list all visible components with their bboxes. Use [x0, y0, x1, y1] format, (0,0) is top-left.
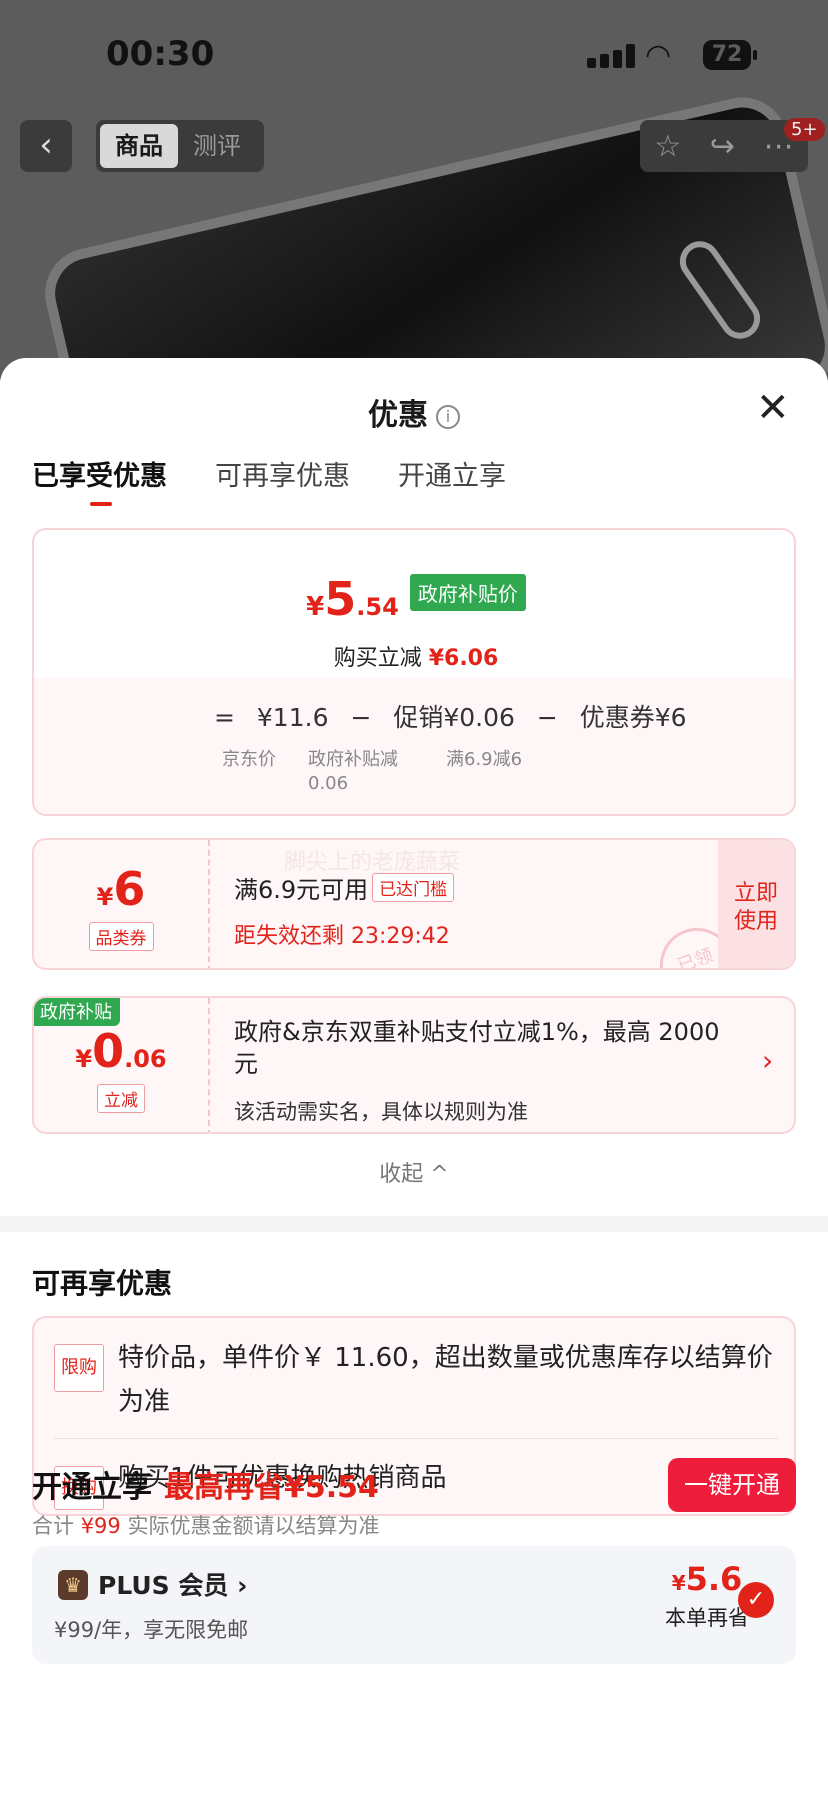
threshold-reached-tag: 已达门槛 — [372, 873, 455, 902]
limited-tag: 限购 — [54, 1344, 104, 1392]
subsidy-note: 该活动需实名，具体以规则为准 — [234, 1100, 528, 1124]
info-icon[interactable]: i — [436, 405, 460, 429]
tab-review[interactable]: 测评 — [178, 124, 256, 168]
price-dec: .54 — [356, 593, 399, 621]
row-divider — [54, 1438, 778, 1439]
price-summary-card: ¥5.54 政府补贴价 购买立减 ¥6.06 = ¥11.6 − 促销¥0.06… — [32, 528, 796, 816]
price-int: 5 — [324, 572, 357, 626]
use-now-line2: 使用 — [733, 909, 778, 934]
star-icon[interactable]: ☆ — [654, 129, 681, 164]
base-price: ¥11.6 — [256, 703, 329, 732]
limited-purchase-row: 限购 特价品，单件价￥ 11.60，超出数量或优惠库存以结算价为准 — [54, 1336, 774, 1424]
sheet-title-text: 优惠 — [368, 398, 428, 433]
promo-label: 政府补贴减 0.06 — [308, 748, 398, 796]
close-button[interactable]: ✕ — [756, 388, 790, 428]
coupon-value-number: 6 — [113, 862, 146, 916]
instant-reduce-tag: 立减 — [97, 1084, 145, 1113]
tab-open[interactable]: 开通立享 — [398, 454, 506, 493]
coupon-card: ¥6 品类券 脚尖上的老庞蔬菜 满6.9元可用 已达门槛 距失效还剩 23:29:… — [32, 838, 796, 970]
status-bar: 00:30 ◠ 72 — [0, 0, 828, 110]
subsidy-description: 政府&京东双重补贴支付立减1%，最高 2000元 — [234, 1018, 720, 1078]
coupon-amount-block: ¥6 品类券 — [34, 840, 210, 968]
tab-enjoyed[interactable]: 已享受优惠 — [32, 454, 167, 506]
signal-icon — [587, 44, 649, 68]
minus-sign: − — [350, 703, 372, 732]
wifi-icon: ◠ — [645, 38, 672, 73]
currency: ¥ — [96, 883, 114, 911]
section-divider — [0, 1216, 828, 1232]
coupon-amount: 优惠券¥6 — [579, 703, 687, 732]
currency: ¥ — [306, 592, 325, 622]
reduce-line: 购买立减 ¥6.06 — [34, 640, 794, 672]
reduce-value: ¥6.06 — [428, 646, 499, 671]
plus-member-name[interactable]: PLUS 会员 › — [98, 1566, 247, 1602]
discount-tabs: 已享受优惠 可再享优惠 开通立享 — [32, 454, 506, 506]
limited-text: 特价品，单件价￥ 11.60，超出数量或优惠库存以结算价为准 — [118, 1343, 773, 1417]
collapse-button[interactable]: 收起 ^ — [0, 1156, 828, 1188]
minus-sign: − — [536, 703, 558, 732]
crown-icon: ♛ — [58, 1570, 88, 1600]
equals-sign: = — [214, 703, 235, 732]
currency: ¥ — [671, 1571, 686, 1595]
plus-member-card[interactable]: ♛ PLUS 会员 › ¥99/年，享无限免邮 ¥5.6 本单再省 ✓ — [32, 1546, 796, 1664]
more-discounts-title: 可再享优惠 — [32, 1267, 173, 1300]
coupon-condition: 满6.9元可用 已达门槛 — [234, 870, 455, 905]
open-now-title-text: 开通立享 — [32, 1470, 152, 1505]
final-price: ¥5.54 政府补贴价 — [34, 572, 794, 626]
coupon-value: ¥6 — [34, 864, 208, 922]
promo-amount: 促销¥0.06 — [393, 703, 515, 732]
use-now-button[interactable]: 立即 使用 — [718, 840, 794, 968]
subsidy-dec: .06 — [124, 1045, 167, 1073]
checkmark-icon[interactable]: ✓ — [738, 1582, 774, 1618]
discount-sheet: 优惠 i ✕ 已享受优惠 可再享优惠 开通立享 ¥5.54 政府补贴价 购买立减 … — [0, 358, 828, 1795]
base-price-label: 京东价 — [222, 749, 276, 770]
coupon-label: 满6.9减6 — [446, 749, 523, 770]
product-tabs: 商品 测评 — [96, 120, 264, 172]
subsidy-int: 0 — [92, 1024, 125, 1078]
use-now-line1: 立即 — [733, 881, 778, 906]
share-icon[interactable]: ↪ — [710, 129, 735, 164]
gov-subsidy-price-tag: 政府补贴价 — [409, 574, 526, 611]
settle-note: 实际优惠金额请以结算为准 — [127, 1514, 380, 1538]
total-price: ¥99 — [80, 1514, 121, 1538]
coupon-condition-text: 满6.9元可用 — [234, 876, 369, 904]
plus-subtitle: 合计 ¥99 实际优惠金额请以结算为准 — [32, 1510, 379, 1540]
back-button[interactable]: ‹ — [20, 120, 72, 172]
currency: ¥ — [75, 1045, 93, 1073]
tab-product[interactable]: 商品 — [100, 124, 178, 168]
price-formula: = ¥11.6 − 促销¥0.06 − 优惠券¥6 — [214, 698, 701, 734]
subsidy-value: ¥0.06 — [34, 1026, 208, 1084]
coupon-type-tag: 品类券 — [88, 922, 154, 951]
reduce-label: 购买立减 — [333, 646, 422, 671]
plus-member-desc: ¥99/年，享无限免邮 — [54, 1618, 249, 1642]
promo-label-line2: 0.06 — [308, 773, 349, 794]
top-tools: ☆ ↪ ⋯ — [640, 120, 808, 172]
gov-subsidy-tag: 政府补贴 — [34, 998, 120, 1026]
one-click-open-button[interactable]: 一键开通 — [668, 1458, 796, 1512]
total-label: 合计 — [32, 1514, 74, 1538]
max-save-text: 最高再省¥5.54 — [164, 1470, 379, 1505]
plus-save-number: 5.6 — [685, 1560, 743, 1598]
sheet-title: 优惠 i — [0, 390, 828, 434]
promo-label-line1: 政府补贴减 — [308, 749, 398, 770]
chevron-right-icon: › — [762, 1044, 774, 1077]
message-badge: 5+ — [784, 118, 825, 141]
open-now-title: 开通立享 最高再省¥5.54 — [32, 1462, 379, 1506]
battery-icon: 72 — [703, 40, 757, 70]
gov-subsidy-card[interactable]: ¥0.06 立减 政府补贴 政府&京东双重补贴支付立减1%，最高 2000元 该… — [32, 996, 796, 1134]
tab-more[interactable]: 可再享优惠 — [215, 454, 350, 493]
coupon-countdown: 距失效还剩 23:29:42 — [234, 924, 450, 949]
clock: 00:30 — [106, 34, 215, 74]
